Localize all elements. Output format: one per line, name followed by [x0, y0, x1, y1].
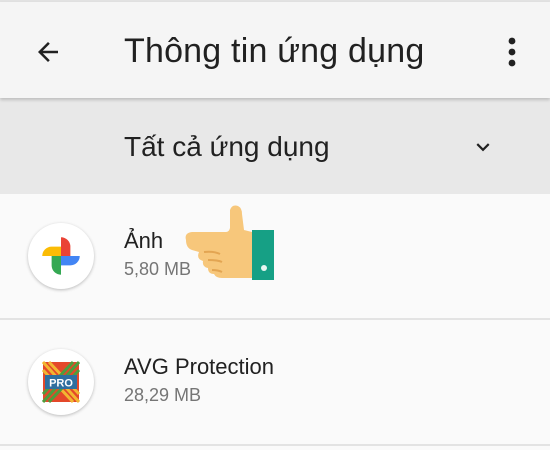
- arrow-back-icon: [38, 42, 58, 62]
- pointing-hand-icon: [182, 204, 278, 282]
- app-size: 5,80 MB: [124, 259, 192, 279]
- svg-text:PRO: PRO: [49, 378, 73, 390]
- list-item[interactable]: PRO AVG Protection 28,29 MB: [0, 320, 550, 446]
- filter-selected-value: Tất cả ứng dụng: [124, 131, 330, 162]
- page-title: Thông tin ứng dụng: [124, 32, 425, 70]
- app-name: Ảnh: [124, 228, 164, 253]
- back-button[interactable]: [24, 28, 72, 76]
- filter-dropdown-button[interactable]: [462, 126, 504, 168]
- more-vert-icon: [508, 37, 516, 67]
- app-size: 28,29 MB: [124, 385, 202, 405]
- google-photos-icon: [28, 223, 94, 289]
- avg-protection-icon: PRO: [28, 349, 94, 415]
- more-options-button[interactable]: [490, 28, 534, 76]
- chevron-down-icon: [476, 143, 490, 152]
- app-name: AVG Protection: [124, 354, 274, 379]
- app-info-screen: Thông tin ứng dụng Tất cả ứng dụng Ảnh 5…: [0, 0, 550, 450]
- app-bar: Thông tin ứng dụng: [0, 2, 550, 98]
- app-filter-dropdown[interactable]: Tất cả ứng dụng: [0, 98, 550, 194]
